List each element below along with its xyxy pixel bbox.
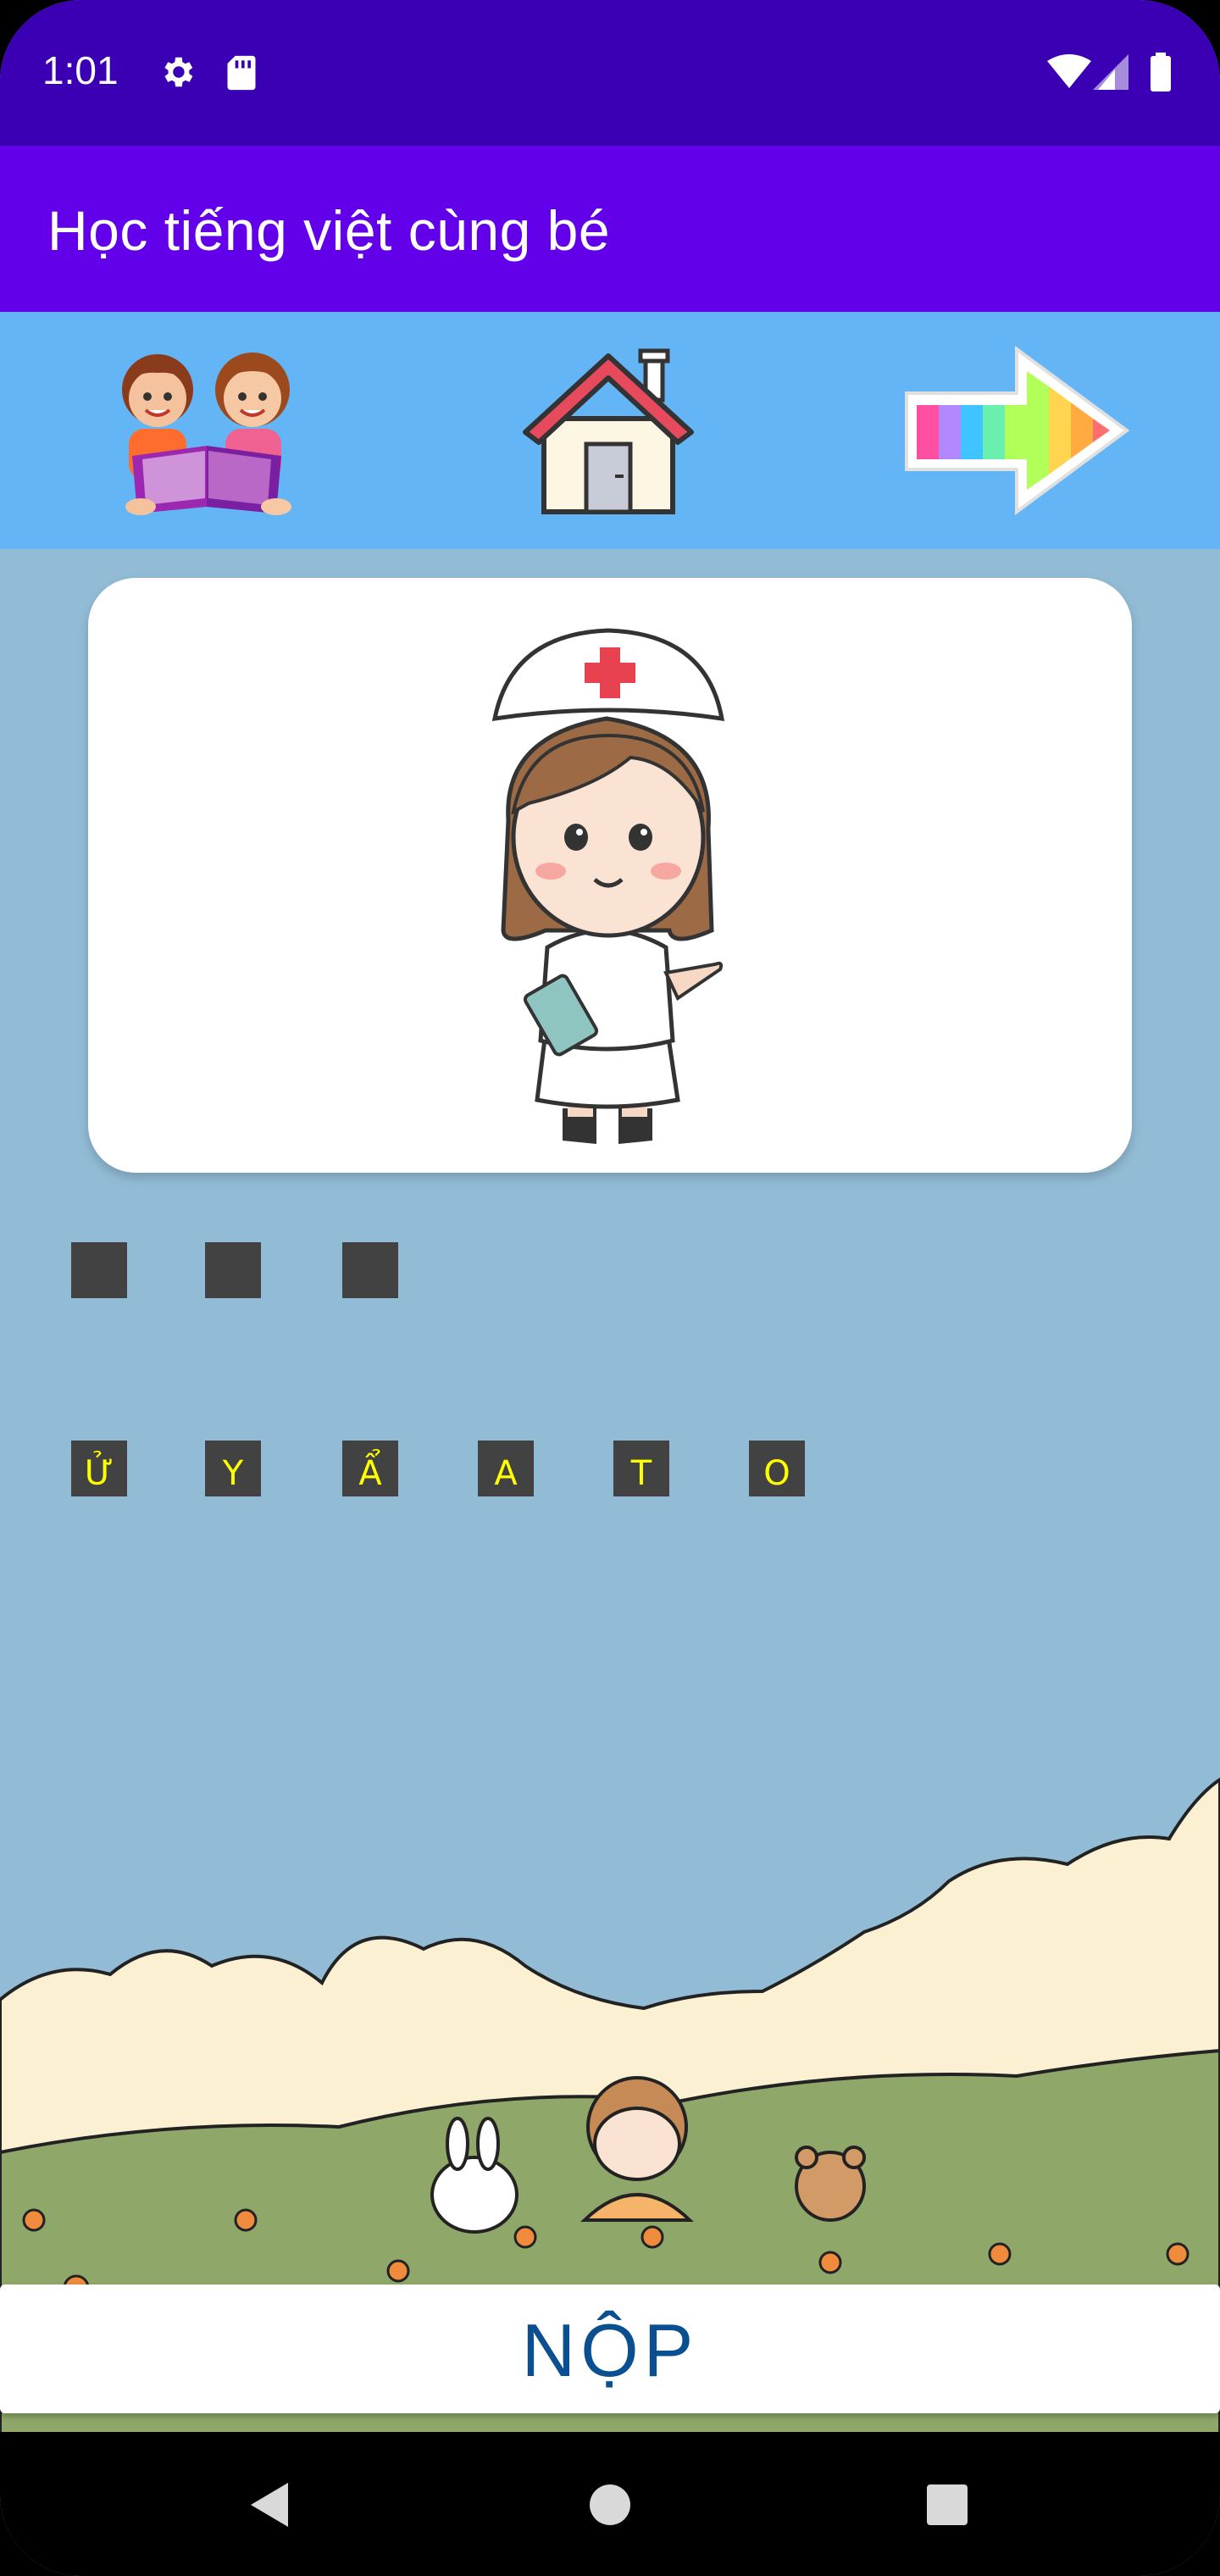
letter-tile[interactable]: T [613, 1441, 669, 1496]
nurse-illustration [491, 628, 725, 1144]
home-circle-icon[interactable] [588, 2483, 632, 2527]
status-time: 1:01 [42, 48, 119, 92]
letter-tile[interactable]: Ẩ [342, 1441, 398, 1496]
app-bar: Học tiếng việt cùng bé [0, 146, 1220, 312]
letter-tile[interactable]: A [478, 1441, 534, 1496]
gear-icon [164, 57, 193, 87]
wifi-icon [1047, 54, 1091, 88]
navigation-bar [0, 2432, 1220, 2576]
kids-reading-icon[interactable] [107, 337, 310, 524]
picture-card [88, 578, 1132, 1173]
toolbar [0, 312, 1220, 549]
answer-slot[interactable] [342, 1242, 398, 1298]
answer-slot[interactable] [71, 1242, 127, 1298]
signal-icon [1093, 54, 1128, 90]
home-icon[interactable] [518, 337, 698, 524]
bear-figure [795, 2146, 866, 2222]
recents-icon[interactable] [925, 2483, 969, 2527]
status-right-icons [1047, 53, 1171, 92]
app-title: Học tiếng việt cùng bé [47, 199, 611, 262]
letter-tile[interactable]: Ử [71, 1441, 127, 1496]
rainbow-arrow-icon[interactable] [901, 337, 1134, 524]
submit-button[interactable]: NỘP [0, 2285, 1220, 2413]
letter-tile[interactable]: Y [205, 1441, 261, 1496]
answer-slot[interactable] [205, 1242, 261, 1298]
back-icon[interactable] [246, 2479, 291, 2530]
sd-card-icon [227, 55, 256, 91]
app-screen: 1:01 Học tiếng việt cùng bé Ử Y Ẩ A T O … [0, 0, 1220, 2576]
battery-icon [1151, 53, 1171, 92]
letter-tile[interactable]: O [749, 1441, 805, 1496]
status-bar: 1:01 [0, 0, 1220, 146]
